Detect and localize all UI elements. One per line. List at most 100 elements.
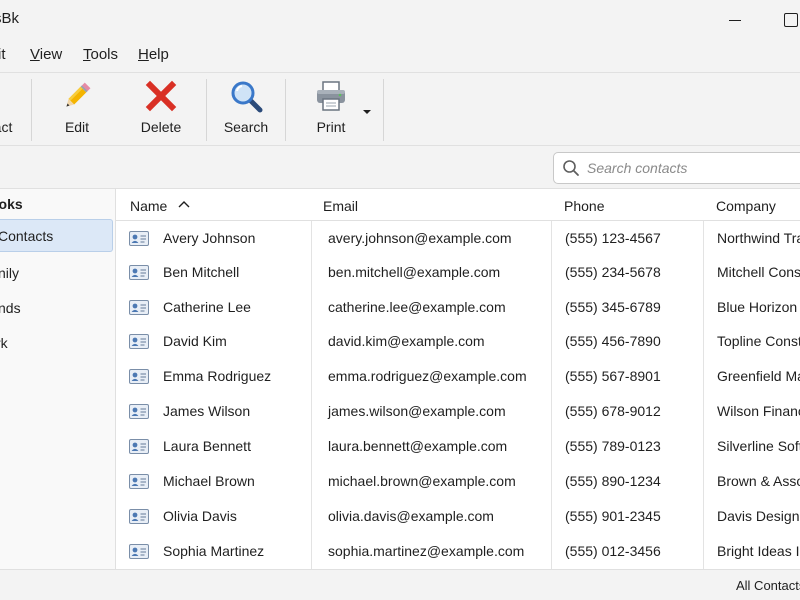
table-row[interactable]: Avery Johnson avery.johnson@example.com (5… bbox=[116, 221, 800, 256]
print-button[interactable]: Print bbox=[306, 79, 356, 141]
cell-email: avery.johnson@example.com bbox=[328, 230, 512, 246]
cell-company: Blue Horizon bbox=[717, 299, 798, 315]
print-dropdown-button[interactable] bbox=[362, 103, 372, 119]
menu-tools-mnemonic: T bbox=[83, 46, 91, 63]
column-header-label: Email bbox=[323, 198, 359, 214]
menu-help[interactable]: Help bbox=[138, 46, 169, 63]
delete-button[interactable]: Delete bbox=[136, 79, 186, 141]
sidebar-header: ooks bbox=[0, 196, 23, 212]
cell-email: laura.bennett@example.com bbox=[328, 438, 508, 454]
menu-tools-rest: ools bbox=[90, 46, 119, 63]
search-box[interactable] bbox=[553, 152, 800, 184]
cell-company: Davis Design S bbox=[717, 508, 800, 524]
contact-card-icon bbox=[129, 369, 149, 384]
contact-card-icon bbox=[129, 509, 149, 524]
new-contact-button[interactable]: act bbox=[0, 79, 20, 141]
cell-name: Avery Johnson bbox=[163, 230, 256, 246]
search-input[interactable] bbox=[587, 157, 800, 179]
column-header-label: Phone bbox=[564, 198, 605, 214]
table-row[interactable]: Emma Rodriguez emma.rodriguez@example.com… bbox=[116, 359, 800, 394]
menu-view-mnemonic: V bbox=[30, 46, 40, 63]
cell-name: Ben Mitchell bbox=[163, 264, 240, 280]
table-header: Name Email Phone Company bbox=[116, 189, 800, 221]
contacts-table: Name Email Phone Company Avery Johnson av… bbox=[116, 189, 800, 569]
toolbar-separator bbox=[206, 79, 207, 141]
table-row[interactable]: Catherine Lee catherine.lee@example.com (5… bbox=[116, 290, 800, 325]
menu-help-rest: elp bbox=[148, 46, 169, 63]
sidebar-item-family[interactable]: nily bbox=[0, 257, 113, 290]
table-row[interactable]: David Kim david.kim@example.com (555) 456-… bbox=[116, 324, 800, 359]
printer-icon bbox=[314, 79, 348, 113]
chevron-down-icon bbox=[363, 110, 371, 114]
cell-company: Mitchell Cons bbox=[717, 264, 800, 280]
window-title: sBk bbox=[0, 10, 20, 27]
contact-card-icon bbox=[129, 404, 149, 419]
cell-phone: (555) 901-2345 bbox=[565, 508, 661, 524]
cell-email: catherine.lee@example.com bbox=[328, 299, 506, 315]
table-row[interactable]: Sophia Martinez sophia.martinez@example.c… bbox=[116, 534, 800, 569]
sidebar-item-label: nds bbox=[0, 300, 21, 316]
sidebar-item-label: Contacts bbox=[0, 228, 54, 244]
toolbar-separator bbox=[383, 79, 384, 141]
cell-phone: (555) 234-5678 bbox=[565, 264, 661, 280]
cell-phone: (555) 456-7890 bbox=[565, 333, 661, 349]
cell-phone: (555) 789-0123 bbox=[565, 438, 661, 454]
new-contact-label: act bbox=[0, 119, 13, 135]
cell-phone: (555) 678-9012 bbox=[565, 403, 661, 419]
column-header-email[interactable]: Email bbox=[312, 189, 551, 221]
column-header-label: Name bbox=[130, 198, 168, 214]
search-row bbox=[0, 146, 800, 189]
cell-phone: (555) 123-4567 bbox=[565, 230, 661, 246]
cell-company: Brown & Asso bbox=[717, 473, 800, 489]
edit-button[interactable]: Edit bbox=[52, 79, 102, 141]
menu-tools[interactable]: Tools bbox=[83, 46, 118, 63]
sidebar-item-label: rk bbox=[0, 335, 8, 351]
toolbar-separator bbox=[31, 79, 32, 141]
edit-label: Edit bbox=[64, 119, 90, 135]
column-header-name[interactable]: Name bbox=[116, 189, 311, 221]
maximize-button[interactable] bbox=[768, 0, 800, 40]
toolbar: act Edit Delete bbox=[0, 72, 800, 146]
pencil-icon bbox=[60, 79, 94, 113]
status-bar: All Contacts bbox=[0, 569, 800, 600]
cell-email: michael.brown@example.com bbox=[328, 473, 516, 489]
contact-card-icon bbox=[129, 474, 149, 489]
table-row[interactable]: Michael Brown michael.brown@example.com (5… bbox=[116, 464, 800, 499]
cell-phone: (555) 567-8901 bbox=[565, 368, 661, 384]
cell-name: Sophia Martinez bbox=[163, 543, 265, 559]
cell-phone: (555) 890-1234 bbox=[565, 473, 661, 489]
sidebar-item-work[interactable]: rk bbox=[0, 327, 113, 360]
search-icon bbox=[563, 160, 579, 176]
sort-ascending-icon bbox=[178, 201, 190, 208]
cell-company: Topline Const bbox=[717, 333, 800, 349]
table-row[interactable]: Ben Mitchell ben.mitchell@example.com (555… bbox=[116, 255, 800, 290]
column-header-company[interactable]: Company bbox=[704, 189, 800, 221]
cell-name: Catherine Lee bbox=[163, 299, 251, 315]
minimize-icon bbox=[729, 19, 741, 21]
contact-card-icon bbox=[129, 231, 149, 246]
delete-label: Delete bbox=[140, 119, 182, 135]
delete-x-icon bbox=[144, 79, 178, 113]
contact-card-icon bbox=[129, 265, 149, 280]
menu-view[interactable]: View bbox=[30, 46, 62, 63]
cell-company: Greenfield Ma bbox=[717, 368, 800, 384]
column-header-phone[interactable]: Phone bbox=[552, 189, 703, 221]
cell-name: David Kim bbox=[163, 333, 227, 349]
table-row[interactable]: Olivia Davis olivia.davis@example.com (555… bbox=[116, 499, 800, 534]
sidebar-item-label: nily bbox=[0, 265, 20, 281]
menu-edit[interactable]: it bbox=[0, 46, 6, 63]
cell-email: david.kim@example.com bbox=[328, 333, 485, 349]
contact-card-icon bbox=[129, 544, 149, 559]
search-button[interactable]: Search bbox=[221, 79, 271, 141]
sidebar-item-contacts[interactable]: Contacts bbox=[0, 219, 113, 252]
sidebar-item-friends[interactable]: nds bbox=[0, 292, 113, 325]
maximize-icon bbox=[784, 13, 798, 27]
cell-email: emma.rodriguez@example.com bbox=[328, 368, 527, 384]
table-row[interactable]: James Wilson james.wilson@example.com (555… bbox=[116, 394, 800, 429]
cell-phone: (555) 012-3456 bbox=[565, 543, 661, 559]
cell-phone: (555) 345-6789 bbox=[565, 299, 661, 315]
cell-name: James Wilson bbox=[163, 403, 251, 419]
minimize-button[interactable] bbox=[712, 0, 758, 40]
search-label: Search bbox=[223, 119, 269, 135]
table-row[interactable]: Laura Bennett laura.bennett@example.com (5… bbox=[116, 429, 800, 464]
